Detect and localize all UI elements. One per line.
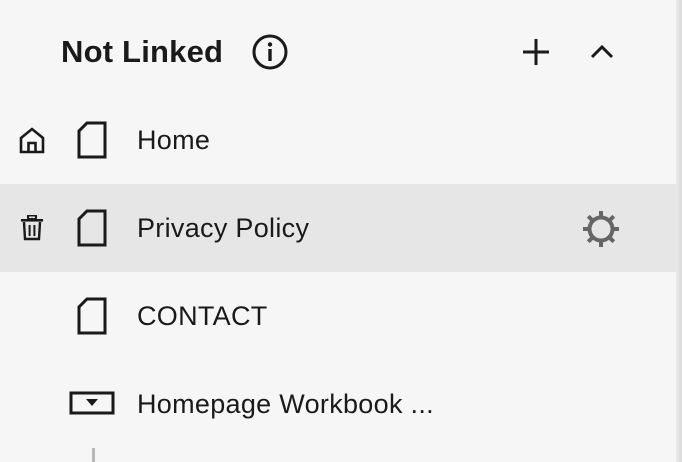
section-title: Not Linked	[61, 34, 224, 69]
panel-edge	[676, 0, 682, 462]
page-settings-button[interactable]	[580, 208, 622, 250]
trash-icon[interactable]	[16, 212, 48, 244]
home-icon	[16, 124, 48, 156]
page-label: CONTACT	[137, 301, 268, 331]
tree-connector-line	[92, 448, 95, 462]
page-row-contact[interactable]: CONTACT	[0, 272, 676, 360]
dropdown-folder-icon	[68, 384, 116, 424]
not-linked-section-header: Not Linked	[0, 0, 676, 100]
chevron-up-icon	[590, 44, 614, 59]
page-row-home[interactable]: Home	[0, 96, 676, 184]
page-row-homepage-workbook[interactable]: Homepage Workbook ...	[0, 360, 676, 448]
collapse-section-button[interactable]	[582, 32, 622, 72]
page-icon	[74, 208, 110, 248]
page-label: Home	[137, 125, 211, 155]
plus-icon	[523, 39, 549, 65]
gear-icon	[583, 211, 619, 247]
page-icon	[74, 120, 110, 160]
page-label: Homepage Workbook ...	[137, 389, 434, 419]
add-page-button[interactable]	[516, 32, 556, 72]
page-icon	[74, 296, 110, 336]
page-label: Privacy Policy	[137, 213, 310, 243]
info-circle-icon[interactable]	[251, 33, 289, 71]
page-row-privacy-policy[interactable]: Privacy Policy	[0, 184, 676, 272]
